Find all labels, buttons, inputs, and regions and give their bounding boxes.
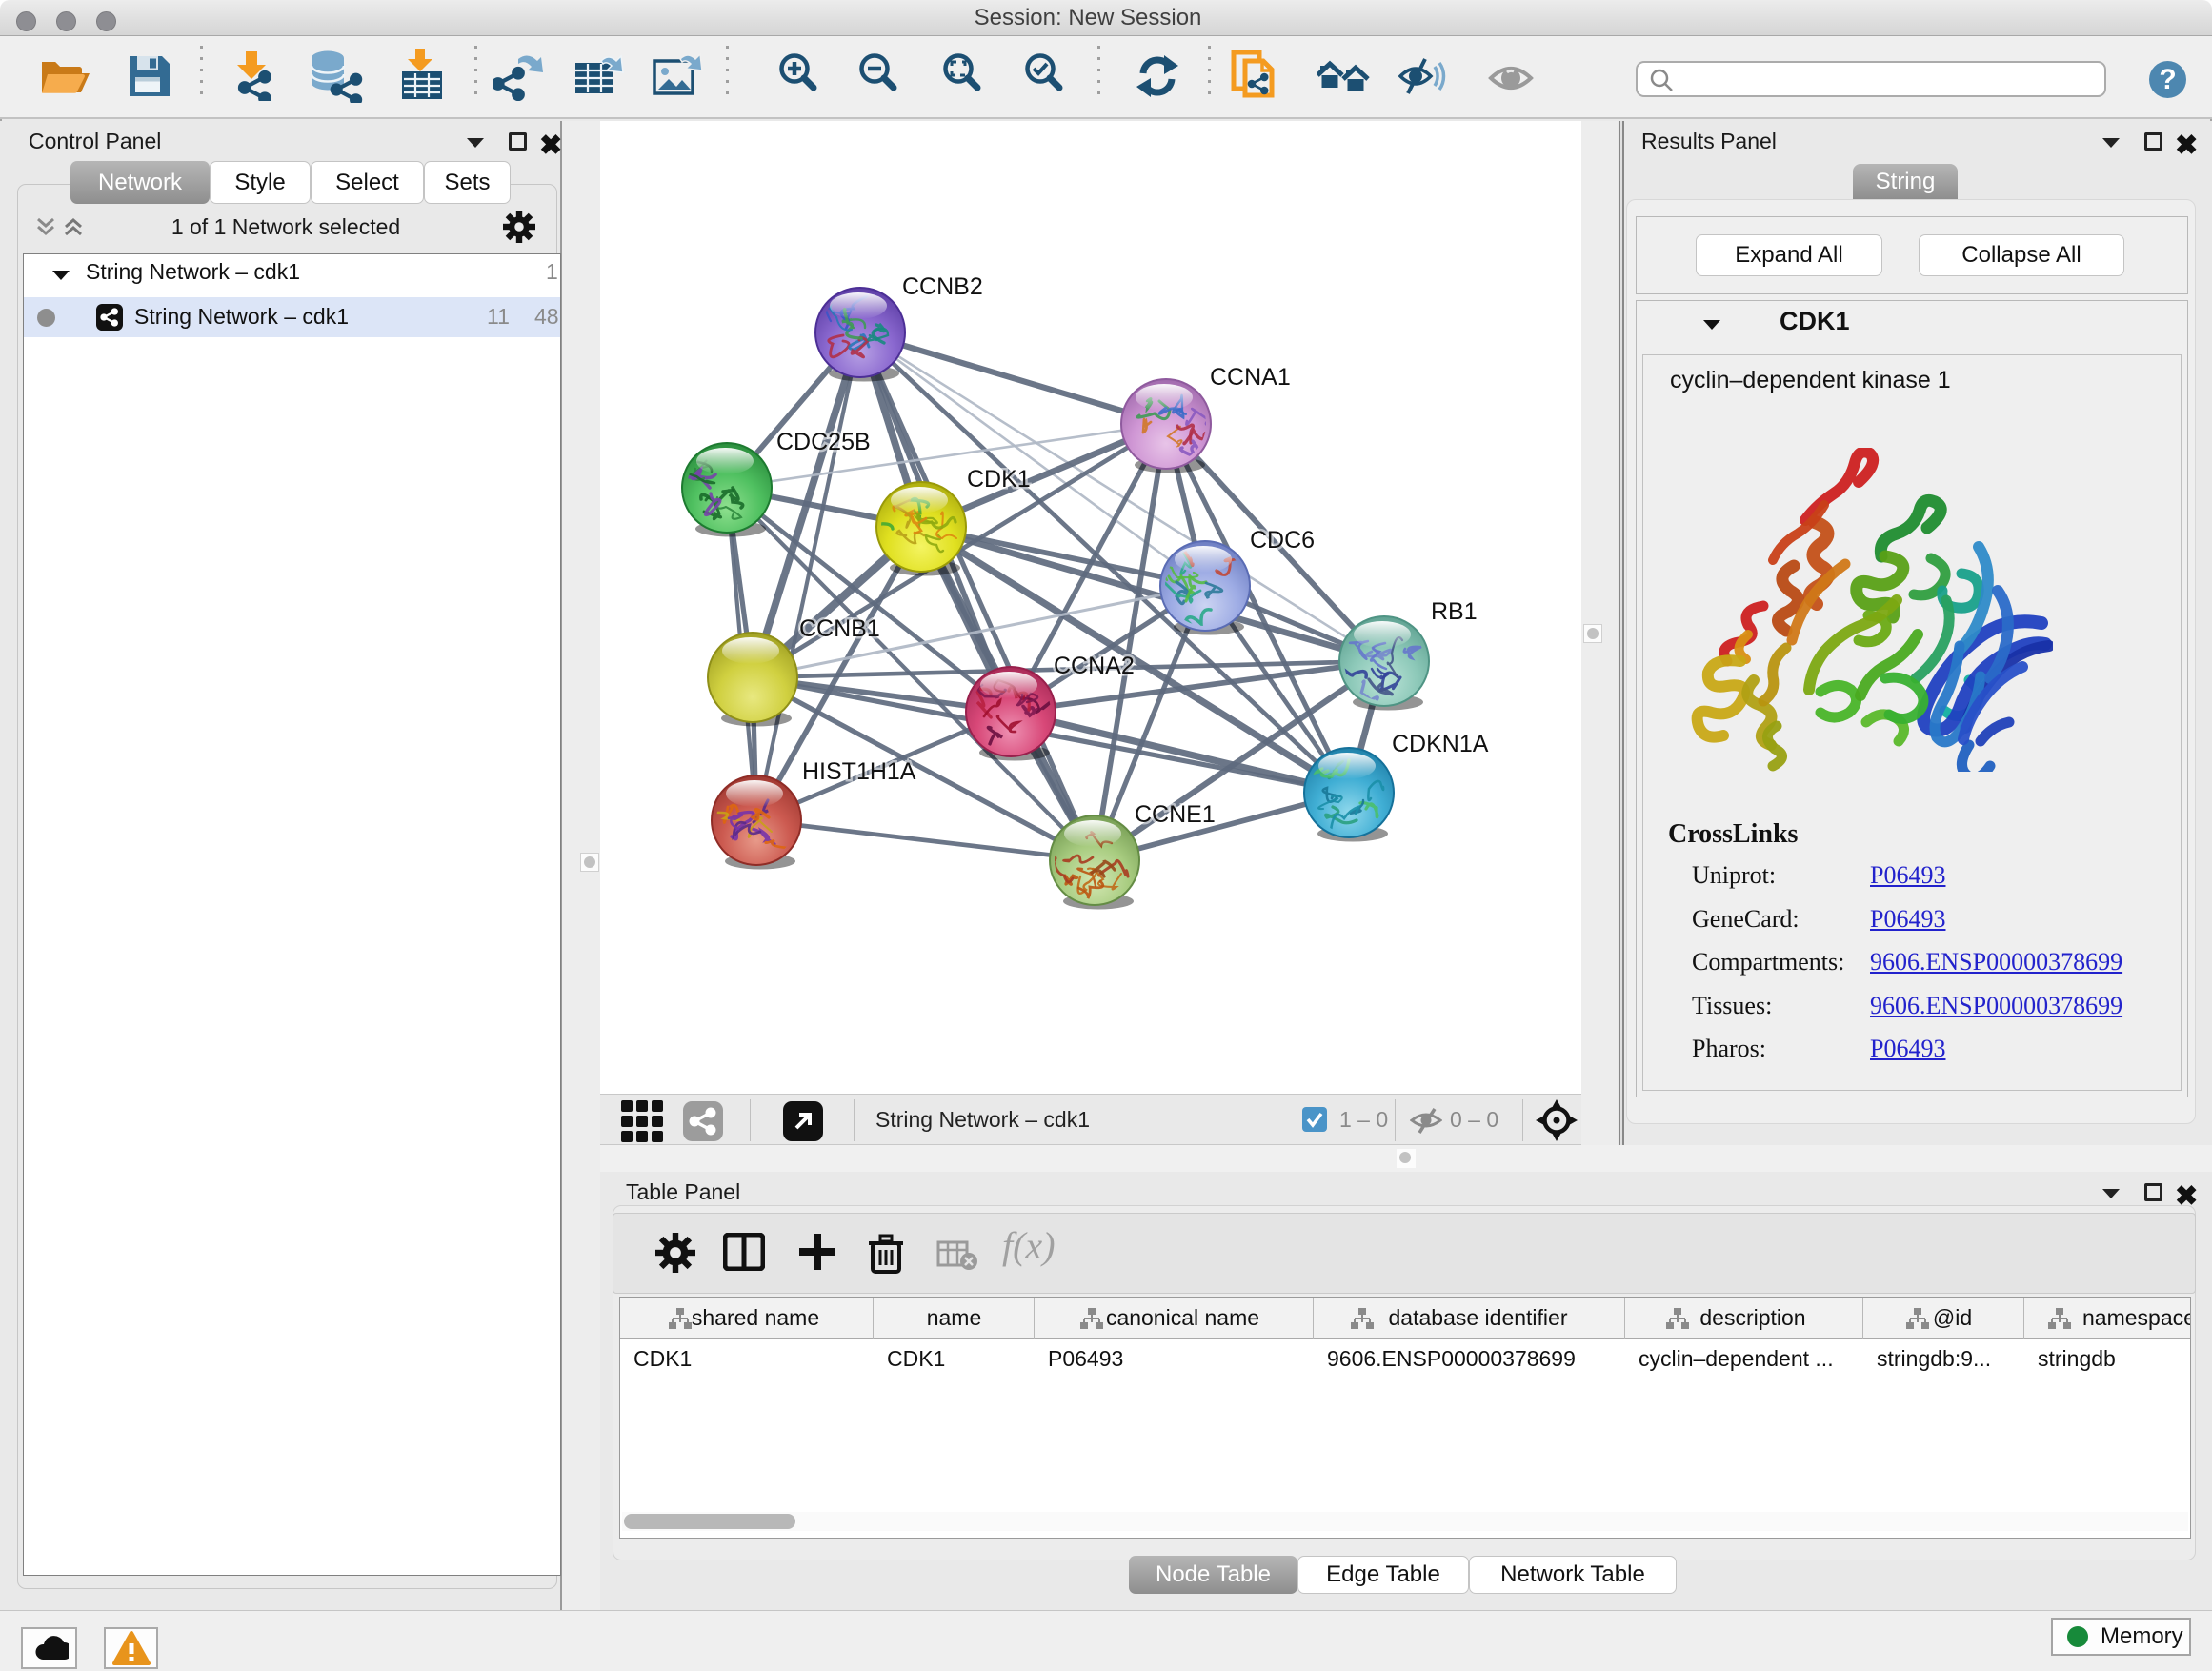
svg-text:RB1: RB1 bbox=[1431, 598, 1478, 625]
svg-text:CCNA1: CCNA1 bbox=[1210, 364, 1291, 391]
svg-text:CCNE1: CCNE1 bbox=[1135, 801, 1216, 828]
svg-text:CDKN1A: CDKN1A bbox=[1392, 731, 1489, 757]
svg-text:CCNB2: CCNB2 bbox=[902, 273, 983, 300]
svg-text:CDC25B: CDC25B bbox=[776, 429, 871, 455]
svg-text:CCNA2: CCNA2 bbox=[1054, 653, 1135, 679]
svg-text:CDK1: CDK1 bbox=[967, 466, 1031, 493]
svg-text:CDC6: CDC6 bbox=[1250, 527, 1315, 554]
svg-text:CCNB1: CCNB1 bbox=[799, 615, 880, 642]
svg-text:HIST1H1A: HIST1H1A bbox=[802, 758, 916, 785]
